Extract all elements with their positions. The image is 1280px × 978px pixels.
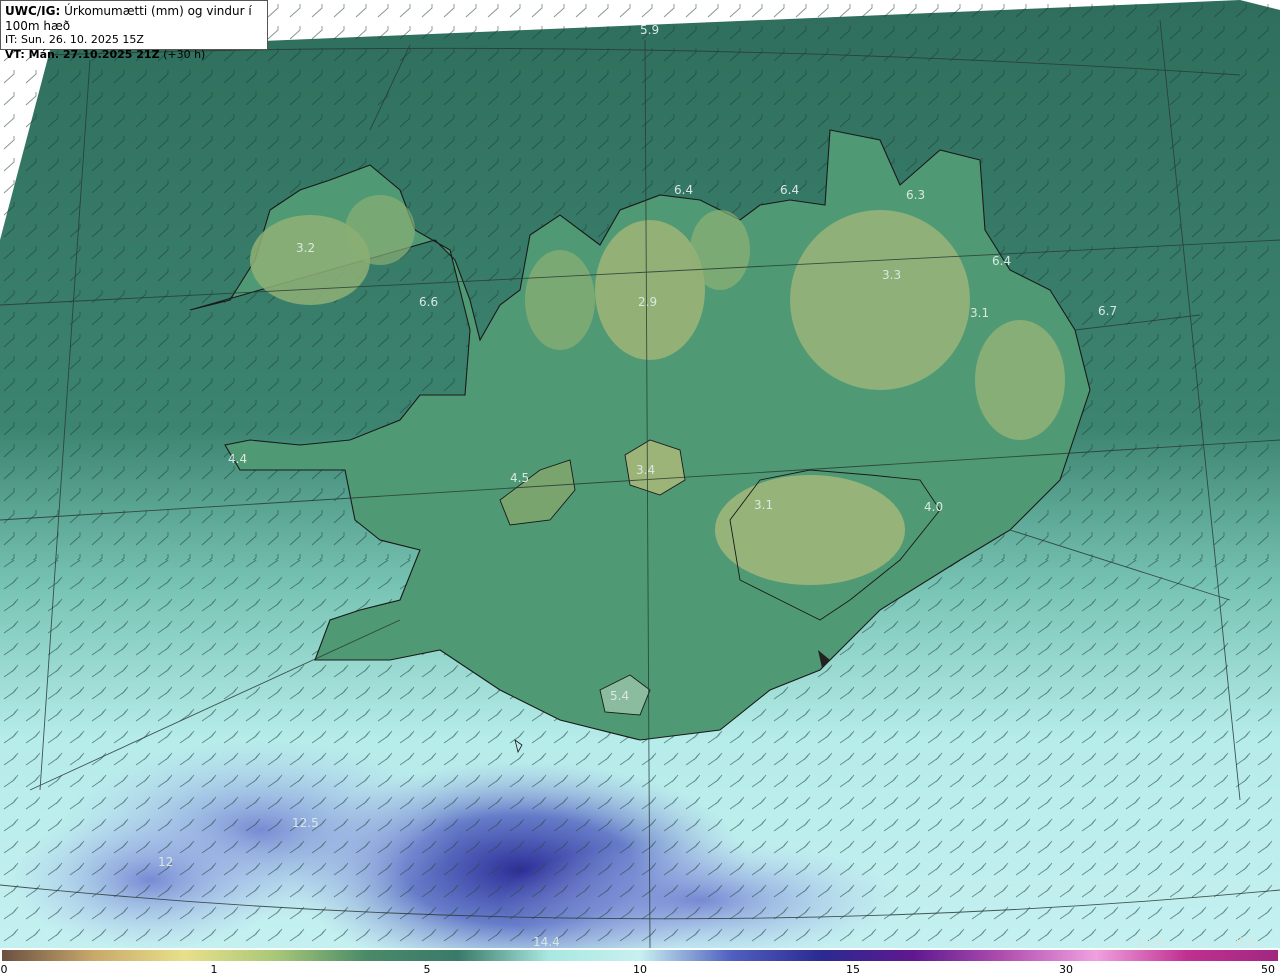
value-label: 3.1 [970,306,989,320]
colorbar-tick: 10 [633,963,647,976]
colorbar-tick: 30 [1059,963,1073,976]
product-name: UWC/IG: [5,4,61,18]
value-label: 3.1 [754,498,773,512]
value-label: 6.3 [906,188,925,202]
colorbar-tick: 15 [846,963,860,976]
value-label: 6.4 [674,183,693,197]
value-label: 10.4 [1136,935,1163,948]
colorbar: 0 1 5 10 15 30 50 [0,948,1280,978]
value-label: 4.0 [924,500,943,514]
value-label: 6.7 [1098,304,1117,318]
value-label: 6.4 [992,254,1011,268]
value-label: 6.4 [780,183,799,197]
colorbar-tick: 50 [1261,963,1275,976]
value-label: 2.9 [638,295,657,309]
valid-prefix: VT: [5,47,29,61]
title-line: UWC/IG: Úrkomumætti (mm) og vindur í 100… [5,4,263,33]
valid-time-line: VT: Mán. 27.10.2025 21Z (+30 h) [5,48,263,63]
colorbar-tick: 5 [423,963,431,976]
title-box: UWC/IG: Úrkomumætti (mm) og vindur í 100… [0,0,268,61]
colorbar-tick: 1 [210,963,218,976]
colorbar-tick: 0 [0,963,8,976]
value-label: 9.0 [1236,935,1255,948]
value-label: 6.6 [419,295,438,309]
forecast-map: 5.9 6.4 6.4 6.3 3.2 6.6 2.9 3.3 6.4 3.1 … [0,0,1280,948]
value-label: 3.2 [296,241,315,255]
value-label: 4.5 [510,471,529,485]
value-label: 5.4 [610,689,629,703]
value-label: 14.4 [533,935,560,948]
value-label: 5.9 [640,23,659,37]
value-label: 3.4 [636,463,655,477]
valid-time: Mán. 27.10.2025 21Z [28,47,160,61]
value-label: 12 [158,855,173,869]
init-time: IT: Sun. 26. 10. 2025 15Z [5,33,144,46]
value-label: 3.3 [882,268,901,282]
value-label: 4.4 [228,452,247,466]
value-label: 12.5 [292,816,319,830]
lead-time: (+30 h) [163,47,206,61]
colorbar-strip [2,950,1278,961]
